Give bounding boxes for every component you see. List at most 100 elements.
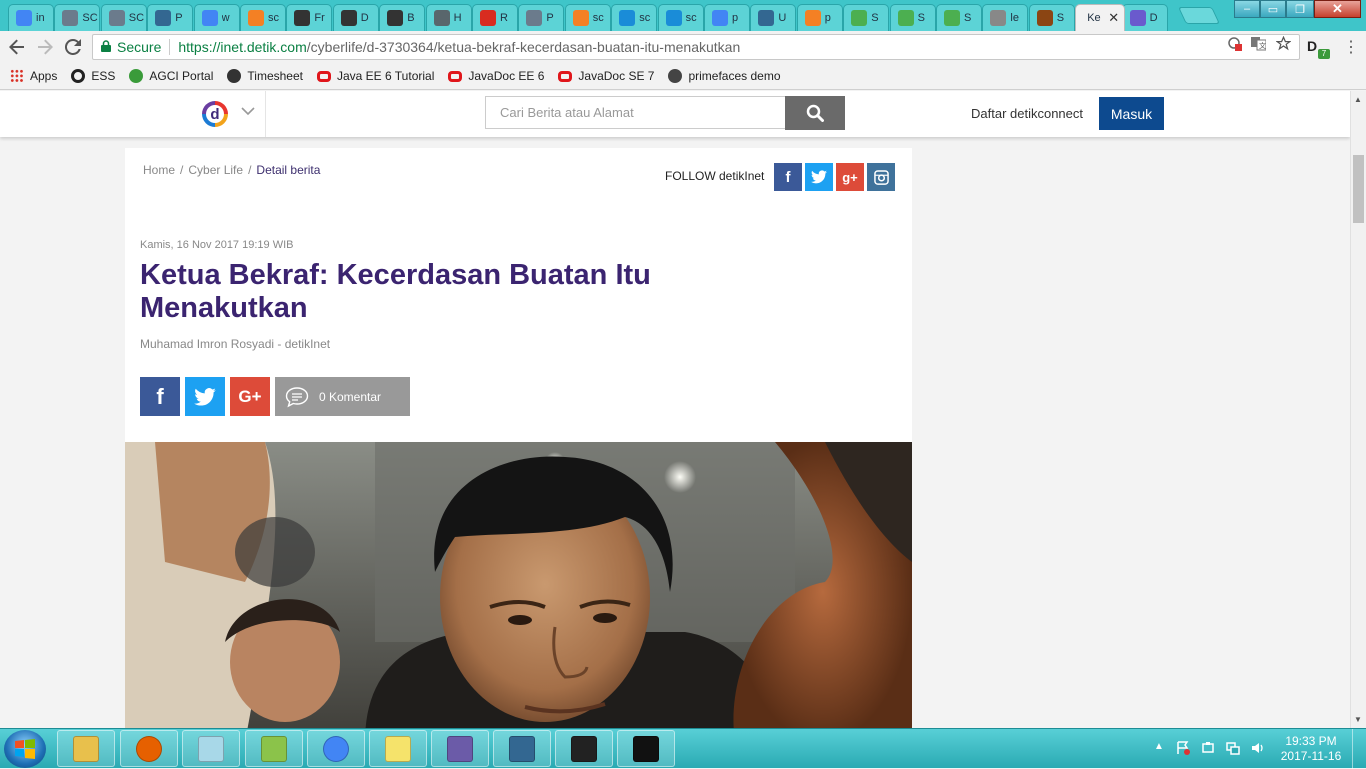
taskbar-app[interactable]	[307, 730, 365, 767]
tab-active[interactable]: Ke ✕	[1075, 4, 1126, 31]
coffee-icon	[1036, 10, 1053, 26]
chevron-down-icon[interactable]	[241, 103, 255, 119]
close-window-button[interactable]: ✕	[1314, 0, 1361, 18]
follow-instagram-button[interactable]	[867, 163, 895, 191]
article-date: Kamis, 16 Nov 2017 19:19 WIB	[140, 239, 294, 251]
browser-tab[interactable]: sc	[240, 4, 286, 31]
chrome-menu-button[interactable]: ⋮	[1343, 37, 1359, 57]
share-googleplus-button[interactable]: G+	[230, 377, 270, 416]
show-desktop-button[interactable]	[1352, 729, 1366, 769]
translate-icon[interactable]: 文	[1251, 36, 1267, 54]
browser-tab[interactable]: D	[1121, 4, 1168, 31]
tab-label: R	[500, 12, 508, 24]
browser-tab[interactable]: U	[750, 4, 797, 31]
browser-tab[interactable]: S	[1028, 4, 1075, 31]
restore-button[interactable]: ❐	[1286, 0, 1314, 18]
browser-tab[interactable]: SC	[100, 4, 147, 31]
browser-tab[interactable]: H	[425, 4, 472, 31]
browser-tab[interactable]: B	[379, 4, 426, 31]
taskbar-app[interactable]	[493, 730, 551, 767]
scroll-thumb[interactable]	[1353, 155, 1364, 223]
scroll-up-arrow[interactable]: ▲	[1354, 95, 1362, 104]
user-profile-button[interactable]: ▭	[1260, 0, 1286, 18]
bookmark-label: AGCI Portal	[149, 69, 214, 83]
page-scrollbar[interactable]: ▲ ▼	[1350, 91, 1366, 728]
breadcrumb-home[interactable]: Home	[143, 163, 175, 177]
timesheet-icon	[227, 69, 242, 83]
browser-tab[interactable]: p	[704, 4, 750, 31]
register-link[interactable]: Daftar detikconnect	[971, 106, 1083, 121]
browser-tab[interactable]: sc	[564, 4, 611, 31]
detik-logo[interactable]: d	[202, 101, 228, 127]
instagram-icon	[873, 169, 889, 185]
tray-expand-icon[interactable]: ▲	[1154, 741, 1164, 752]
browser-tab[interactable]: R	[472, 4, 518, 31]
bookmark-item[interactable]: Timesheet	[227, 69, 303, 83]
bookmark-item[interactable]: Apps	[10, 69, 57, 83]
taskbar-app[interactable]	[57, 730, 115, 767]
bookmark-item[interactable]: JavaDoc SE 7	[558, 69, 654, 83]
follow-googleplus-button[interactable]: g+	[836, 163, 864, 191]
close-icon: ✕	[1332, 1, 1343, 16]
browser-tab[interactable]: S	[889, 4, 936, 31]
db-icon	[619, 10, 636, 26]
system-clock[interactable]: 19:33 PM 2017-11-16	[1276, 734, 1346, 764]
bookmark-star-icon[interactable]	[1275, 35, 1292, 54]
bookmark-item[interactable]: ESS	[71, 69, 115, 83]
browser-tab[interactable]: P	[147, 4, 194, 31]
login-button[interactable]: Masuk	[1099, 97, 1164, 130]
reload-button[interactable]	[62, 36, 84, 58]
browser-tab[interactable]: w	[193, 4, 240, 31]
back-button[interactable]	[6, 36, 28, 58]
taskbar-app[interactable]	[555, 730, 613, 767]
browser-tab[interactable]: sc	[657, 4, 704, 31]
search-input[interactable]	[485, 96, 786, 129]
article-author: Muhamad Imron Rosyadi - detikInet	[140, 337, 331, 351]
breadcrumb-cyber-life[interactable]: Cyber Life	[188, 163, 243, 177]
share-twitter-button[interactable]	[185, 377, 225, 416]
sticky-notes-icon	[385, 735, 411, 762]
article-photo	[125, 442, 912, 728]
share-facebook-button[interactable]: f	[140, 377, 180, 416]
browser-tab[interactable]: D	[332, 4, 379, 31]
facebook-icon: f	[156, 383, 164, 409]
volume-icon[interactable]	[1251, 741, 1265, 755]
browser-tab[interactable]: p	[796, 4, 843, 31]
browser-tab[interactable]: Fr	[286, 4, 333, 31]
start-button[interactable]	[4, 730, 46, 768]
browser-tab[interactable]: S	[936, 4, 982, 31]
follow-twitter-button[interactable]	[805, 163, 833, 191]
flag-icon[interactable]	[1176, 741, 1190, 755]
minimize-button[interactable]: –	[1234, 0, 1260, 18]
forward-button[interactable]	[34, 36, 56, 58]
browser-tab[interactable]: S	[843, 4, 890, 31]
taskbar-app[interactable]	[431, 730, 489, 767]
comment-button[interactable]: 0 Komentar	[275, 377, 410, 416]
taskbar-app[interactable]	[617, 730, 675, 767]
address-bar[interactable]: Secure https://inet.detik.com/cyberlife/…	[92, 34, 1300, 60]
taskbar-app[interactable]	[245, 730, 303, 767]
bookmark-item[interactable]: Java EE 6 Tutorial	[316, 69, 434, 83]
taskbar-app[interactable]	[182, 730, 240, 767]
bookmark-item[interactable]: JavaDoc EE 6	[448, 69, 544, 83]
breadcrumb-current[interactable]: Detail berita	[256, 163, 320, 177]
network-icon[interactable]	[1226, 741, 1240, 755]
taskbar-app[interactable]	[369, 730, 427, 767]
browser-tab[interactable]: SC	[54, 4, 101, 31]
bookmark-item[interactable]: AGCI Portal	[129, 69, 213, 83]
cmd-icon	[633, 735, 659, 762]
browser-tab[interactable]: le	[982, 4, 1029, 31]
browser-tab[interactable]: sc	[611, 4, 658, 31]
bookmark-item[interactable]: primefaces demo	[668, 69, 781, 83]
follow-facebook-button[interactable]: f	[774, 163, 802, 191]
scroll-down-arrow[interactable]: ▼	[1354, 715, 1362, 724]
omnibox-separator	[169, 39, 171, 55]
search-button[interactable]	[785, 96, 845, 130]
usb-device-icon[interactable]	[1201, 741, 1215, 755]
browser-tab[interactable]: P	[518, 4, 565, 31]
close-tab-icon[interactable]: ✕	[1108, 10, 1119, 26]
taskbar-app[interactable]	[120, 730, 178, 767]
new-tab-button[interactable]	[1178, 7, 1220, 24]
browser-tab[interactable]: in	[8, 4, 54, 31]
blocked-cookies-icon[interactable]	[1227, 36, 1242, 54]
